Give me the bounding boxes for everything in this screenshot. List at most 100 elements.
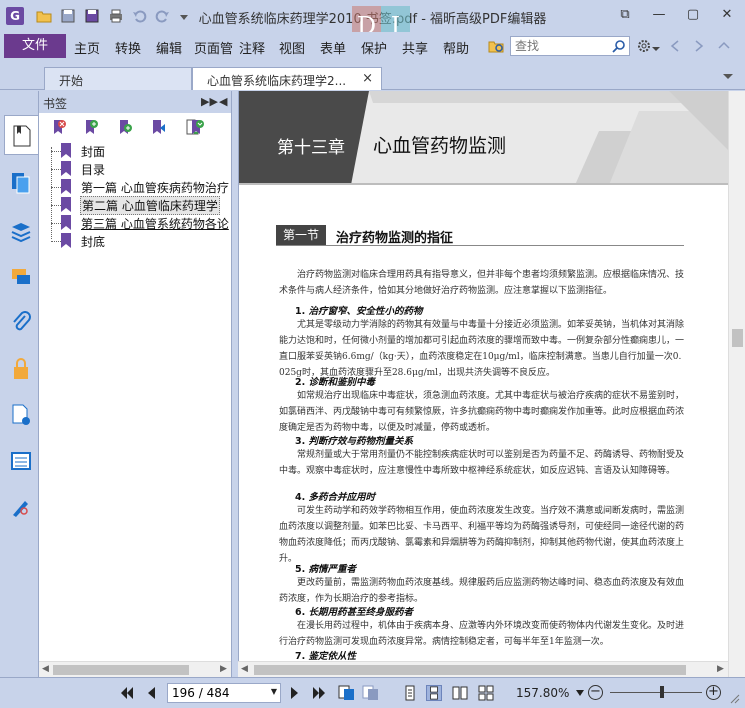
section-heading: 7. 鉴定依从性 [295,651,357,661]
menu-edit[interactable]: 编辑 [156,38,182,57]
single-page-icon[interactable] [402,685,418,701]
expand-bookmark-icon[interactable] [189,119,205,135]
first-page-icon[interactable] [120,687,134,699]
scrollbar-thumb[interactable] [732,329,743,347]
section-rule [276,245,684,246]
section-title: 治疗药物监测的指征 [336,231,454,246]
file-menu-button[interactable]: 文件 [4,34,66,58]
add-child-bookmark-icon[interactable] [117,119,133,135]
menu-comment[interactable]: 注释 [239,38,265,57]
continuous-facing-icon[interactable] [478,685,494,701]
zoom-dropdown-icon[interactable] [576,690,584,696]
panel-options-button[interactable]: ◀ [219,95,227,108]
restore-button[interactable]: ▢ [682,6,704,24]
document-horizontal-scrollbar[interactable]: ◀ ▶ [238,661,728,677]
section-body: 常规剂量或大于常用剂量仍不能控制疾病症状时可以鉴别是否为药量不足、药酶诱导、药物… [279,450,685,476]
section-heading: 4. 多药合并应用时 [295,492,376,503]
bookmark-item-part-1[interactable]: 第一篇 心血管疾病药物治疗 [51,178,231,196]
bookmark-item-cover[interactable]: 封面 [51,142,231,160]
scrollbar-thumb[interactable] [53,665,189,675]
next-view-icon[interactable] [362,685,380,701]
bookmark-item-toc[interactable]: 目录 [51,160,231,178]
previous-page-icon[interactable] [146,687,156,699]
security-panel-button[interactable] [4,349,36,389]
collapse-ribbon-icon[interactable] [718,40,730,52]
section-body: 尤其是零级动力学消除的药物其有效量与中毒量十分接近必须监测。如苯妥英钠，当机体对… [279,320,685,378]
bookmark-flag-icon [61,161,71,176]
section-heading: 3. 判断疗效与药物剂量关系 [295,436,414,447]
bookmark-item-back-cover[interactable]: 封底 [51,232,231,250]
search-box[interactable] [510,36,630,56]
close-button[interactable]: ✕ [716,6,738,24]
menu-form[interactable]: 表单 [320,38,346,57]
document-view[interactable]: 第十三章 心血管药物监测 第一节 治疗药物监测的指征 治疗药物监测对临床合理用药… [238,91,728,661]
signature-pen-icon [13,501,28,517]
menu-home[interactable]: 主页 [74,38,100,57]
continuous-page-icon[interactable] [426,685,442,701]
bookmark-item-part-2[interactable]: 第二篇 心血管临床药理学 [51,196,231,215]
page-number-box[interactable]: ▼ [167,683,281,703]
zoom-slider-thumb[interactable] [660,686,664,698]
content-panel-button[interactable] [4,441,36,481]
promote-bookmark-icon[interactable] [150,119,166,135]
signature-panel-button[interactable] [4,487,36,527]
next-result-icon[interactable] [694,40,704,52]
comments-panel-button[interactable] [4,257,36,297]
layers-panel-button[interactable] [4,211,36,251]
search-input[interactable] [511,37,607,55]
add-bookmark-icon[interactable] [83,119,99,135]
section-heading: 5. 病情严重者 [295,564,357,575]
facing-page-icon[interactable] [452,685,468,701]
tab-list-icon[interactable] [722,70,734,82]
zoom-in-button[interactable]: + [706,685,721,700]
scroll-right-icon[interactable]: ▶ [717,664,724,674]
delete-bookmark-icon[interactable] [51,119,67,135]
scroll-left-icon[interactable]: ◀ [241,664,248,674]
zoom-slider-track[interactable] [610,692,702,693]
scroll-right-icon[interactable]: ▶ [220,664,227,674]
section-heading: 6. 长期用药甚至终身服药者 [295,607,414,618]
zoom-out-button[interactable]: − [588,685,603,700]
last-page-icon[interactable] [312,687,326,699]
comment-icon [12,269,30,284]
chevron-down-icon[interactable] [652,42,660,51]
previous-view-icon[interactable] [338,685,356,701]
bookmarks-panel-button[interactable] [4,115,40,155]
menu-page-manage[interactable]: 页面管 [194,38,233,57]
menu-share[interactable]: 共享 [402,38,428,57]
tab-bar: 开始 心血管系统临床药理学2... × [0,60,745,90]
attachments-panel-button[interactable] [4,303,36,343]
pages-panel-button[interactable] [4,163,36,203]
ribbon-toggle-button[interactable]: ⧉ [614,6,636,24]
search-icon[interactable] [612,39,626,53]
document-info-panel-button[interactable] [4,395,36,435]
gear-icon[interactable] [636,38,652,54]
menu-convert[interactable]: 转换 [115,38,141,57]
bookmark-item-part-3[interactable]: 第三篇 心血管系统药物各论 [51,214,231,232]
menu-view[interactable]: 视图 [279,38,305,57]
section-body: 如常规治疗出现临床中毒症状，须急测血药浓度。尤其中毒症状与被治疗疾病的症状不易鉴… [279,391,685,433]
scroll-left-icon[interactable]: ◀ [42,664,49,674]
section-heading: 1. 治疗窗窄、安全性小的药物 [295,306,423,317]
minimize-button[interactable]: — [648,6,670,24]
page-number-input[interactable] [168,684,264,702]
document-vertical-scrollbar[interactable] [728,91,745,677]
collapse-panel-button[interactable]: ▶▶ [201,95,218,108]
menu-help[interactable]: 帮助 [443,38,469,57]
bookmark-horizontal-scrollbar[interactable]: ◀ ▶ [39,661,231,677]
resize-grip-icon[interactable] [728,692,740,704]
prev-result-icon[interactable] [670,40,680,52]
zoom-level[interactable]: 157.80% [516,686,569,700]
menu-protect[interactable]: 保护 [361,38,387,57]
tab-document[interactable]: 心血管系统临床药理学2... × [192,67,382,90]
page-dropdown-icon[interactable]: ▼ [271,687,277,696]
navigation-rail [0,91,40,677]
section-body: 在漫长用药过程中，机体由于疾病本身、应激等内外环境改变而使药物体内代谢发生变化。… [279,621,685,647]
section-body: 更改药量前，需监测药物血药浓度基线。规律服药后应监测药物达峰时间、稳态血药浓度及… [279,578,685,604]
tab-close-icon[interactable]: × [362,71,373,86]
find-folder-icon[interactable] [488,38,504,54]
next-page-icon[interactable] [290,687,300,699]
tab-start[interactable]: 开始 [44,67,192,90]
layers-icon [11,223,31,243]
scrollbar-thumb[interactable] [254,665,686,675]
